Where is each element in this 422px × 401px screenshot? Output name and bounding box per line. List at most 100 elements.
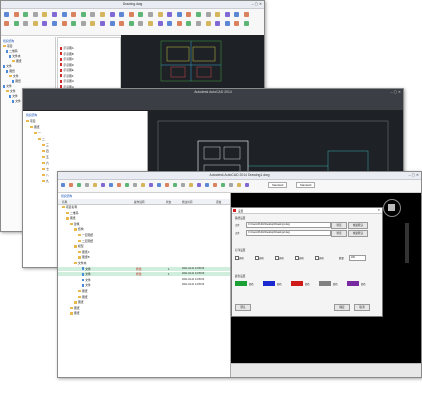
table-row[interactable]: 文件 修改 1 2021-04-21 14:05:03 <box>58 272 230 277</box>
ribbon-tool-icon[interactable] <box>119 21 125 26</box>
color-swatch[interactable] <box>263 281 275 286</box>
ribbon-tool-icon[interactable] <box>165 183 169 187</box>
ribbon-tool-icon[interactable] <box>23 21 29 26</box>
ribbon-tool-icon[interactable] <box>148 21 153 26</box>
ribbon-tool-icon[interactable] <box>213 183 217 187</box>
table-row[interactable]: 模型 <box>58 244 230 248</box>
table-row[interactable]: 文件 修改 1 2021-04-21 14:05:03 <box>58 266 230 271</box>
table-row[interactable]: 图纸 <box>58 311 230 315</box>
ribbon-tool-icon[interactable] <box>100 21 105 26</box>
ribbon-tool-icon[interactable] <box>109 12 115 17</box>
tree-item[interactable]: 文件 <box>3 84 12 88</box>
ribbon-tool-icon[interactable] <box>215 21 221 26</box>
ribbon-tool-icon[interactable] <box>13 21 19 26</box>
ribbon-tool-icon[interactable] <box>196 21 201 26</box>
ribbon-tool-icon[interactable] <box>100 12 105 17</box>
ribbon-tool-icon[interactable] <box>205 183 209 187</box>
ribbon-tool-icon[interactable] <box>13 12 19 17</box>
ribbon-tool-icon[interactable] <box>148 12 153 17</box>
table-row[interactable]: 图纸 <box>58 300 230 304</box>
browse-a-button[interactable]: 浏览 <box>331 221 347 229</box>
ribbon-tool-icon[interactable] <box>85 183 89 187</box>
ribbon-tool-icon[interactable] <box>234 21 240 26</box>
ribbon-tool-icon[interactable] <box>149 183 153 187</box>
table-row[interactable]: 项目名称 <box>58 205 230 209</box>
ribbon-tool-icon[interactable] <box>237 183 241 187</box>
table-row[interactable]: 图纸 <box>58 216 230 220</box>
ribbon-tool-icon[interactable] <box>4 12 9 17</box>
tree-item[interactable]: 文件 <box>6 89 16 93</box>
table-row[interactable]: 文件 2021-04-21 14:05:03 <box>58 278 230 282</box>
tree-item[interactable]: 项目 <box>3 44 13 48</box>
back-ribbon-icons[interactable] <box>4 12 259 32</box>
list-item[interactable]: 示意图F <box>60 74 74 78</box>
ribbon-tool-icon[interactable] <box>32 12 38 17</box>
ribbon-tool-icon[interactable] <box>138 21 144 26</box>
tree-item[interactable]: 八 <box>42 173 49 177</box>
back-drawing-canvas[interactable] <box>121 35 264 91</box>
tree-item[interactable]: 图纸 <box>12 59 22 63</box>
ribbon-tool-icon[interactable] <box>71 21 77 26</box>
ribbon-tool-icon[interactable] <box>125 183 129 187</box>
ribbon-tool-icon[interactable] <box>186 12 192 17</box>
front-ribbon-icons[interactable] <box>61 182 261 190</box>
table-row[interactable]: 图纸B <box>58 255 230 259</box>
ribbon-tool-icon[interactable] <box>69 183 73 187</box>
col-add[interactable]: 添加 <box>216 200 221 204</box>
viewcube[interactable] <box>383 199 401 217</box>
dialog-close-icon[interactable]: ✕ <box>377 208 380 212</box>
table-row[interactable]: 结构 <box>58 227 230 231</box>
tree-item[interactable]: 二 <box>38 137 45 141</box>
col-time[interactable]: 修改时间 <box>182 200 192 204</box>
table-row[interactable]: 二维码 <box>58 211 230 215</box>
color-swatch[interactable] <box>319 281 331 286</box>
nav-bar[interactable] <box>405 223 409 263</box>
tree-item[interactable]: 图纸 <box>30 125 40 129</box>
ribbon-tool-icon[interactable] <box>61 183 65 187</box>
table-row[interactable]: 一层图纸 <box>58 233 230 237</box>
tree-item[interactable]: 文件 <box>9 74 19 78</box>
ribbon-tool-icon[interactable] <box>244 21 249 26</box>
ribbon-tool-icon[interactable] <box>224 12 230 17</box>
table-row[interactable]: 文件 2021-04-21 14:05:03 <box>58 283 230 287</box>
quick-access-style-1[interactable]: Standard <box>268 182 288 188</box>
ribbon-tool-icon[interactable] <box>205 21 211 26</box>
ribbon-tool-icon[interactable] <box>93 183 97 187</box>
number-input[interactable]: 200 <box>349 255 366 261</box>
reset-a-button[interactable]: 恢复默认 <box>348 221 368 229</box>
ribbon-tool-icon[interactable] <box>71 12 77 17</box>
ribbon-tool-icon[interactable] <box>32 21 38 26</box>
ribbon-tool-icon[interactable] <box>42 12 48 17</box>
ribbon-tool-icon[interactable] <box>157 12 163 17</box>
path-a-input[interactable]: C:\Users\Public\Desktop\Drawing1.dwg <box>246 222 331 228</box>
col-status[interactable]: 状态 <box>166 200 171 204</box>
tree-item[interactable]: 文件 <box>12 99 21 103</box>
ribbon-tool-icon[interactable] <box>196 12 201 17</box>
cancel-button[interactable]: 取消 <box>354 304 370 311</box>
ribbon-tool-icon[interactable] <box>141 183 145 187</box>
tree-item[interactable]: 图纸 <box>6 69 15 73</box>
tree-item[interactable]: 文件 <box>9 94 18 98</box>
list-item[interactable]: 示意图A <box>60 46 74 50</box>
col-name[interactable]: 名称 <box>62 200 67 204</box>
table-row[interactable]: 二层图纸 <box>58 239 230 243</box>
ribbon-tool-icon[interactable] <box>176 12 182 17</box>
ribbon-tool-icon[interactable] <box>80 21 86 26</box>
tree-item[interactable]: 二维码 <box>6 49 18 53</box>
path-b-input[interactable]: C:\Users\Public\Desktop\Drawing2.dwg <box>246 230 331 236</box>
table-row[interactable]: 文件夹 <box>58 261 230 265</box>
ribbon-tool-icon[interactable] <box>224 21 230 26</box>
list-item[interactable]: 示意图E <box>60 68 74 72</box>
color-swatch[interactable] <box>347 281 359 286</box>
ribbon-tool-icon[interactable] <box>109 21 115 26</box>
quick-access-style-2[interactable]: Standard <box>296 182 316 188</box>
ribbon-tool-icon[interactable] <box>117 183 121 187</box>
ribbon-tool-icon[interactable] <box>215 12 221 17</box>
ribbon-tool-icon[interactable] <box>245 183 249 187</box>
tree-item[interactable]: 七 <box>42 167 49 171</box>
ribbon-tool-icon[interactable] <box>205 12 211 17</box>
color-swatch[interactable] <box>291 281 303 286</box>
tree-item[interactable]: 九 <box>42 179 49 183</box>
default-button[interactable]: 默认 <box>235 304 251 311</box>
ribbon-tool-icon[interactable] <box>157 183 161 187</box>
